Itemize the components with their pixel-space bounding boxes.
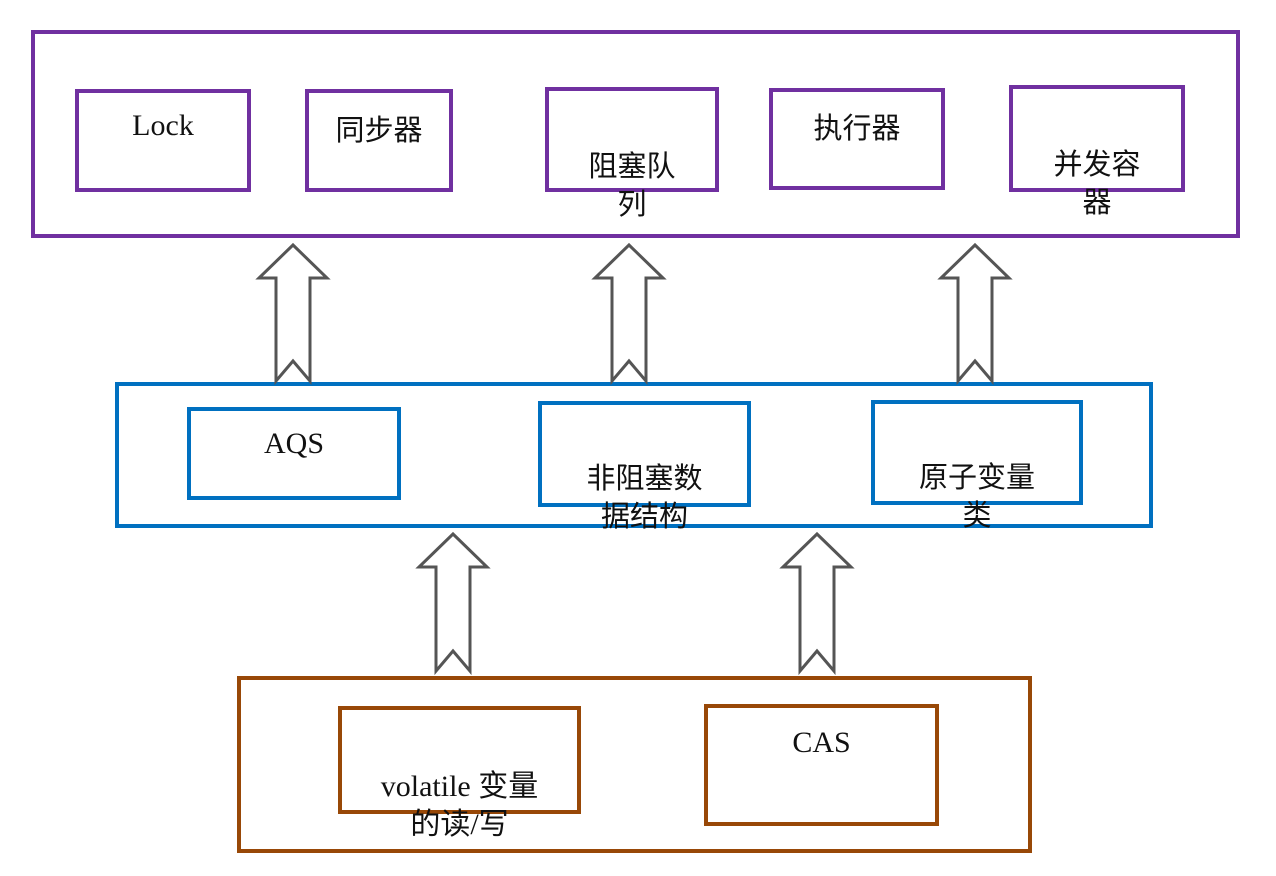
up-arrow-4 [415, 531, 491, 676]
up-arrow-2 [591, 242, 667, 386]
up-arrow-5 [779, 531, 855, 676]
arrows-layer [255, 242, 1013, 676]
up-arrow-1 [255, 242, 331, 386]
up-arrow-3 [937, 242, 1013, 386]
